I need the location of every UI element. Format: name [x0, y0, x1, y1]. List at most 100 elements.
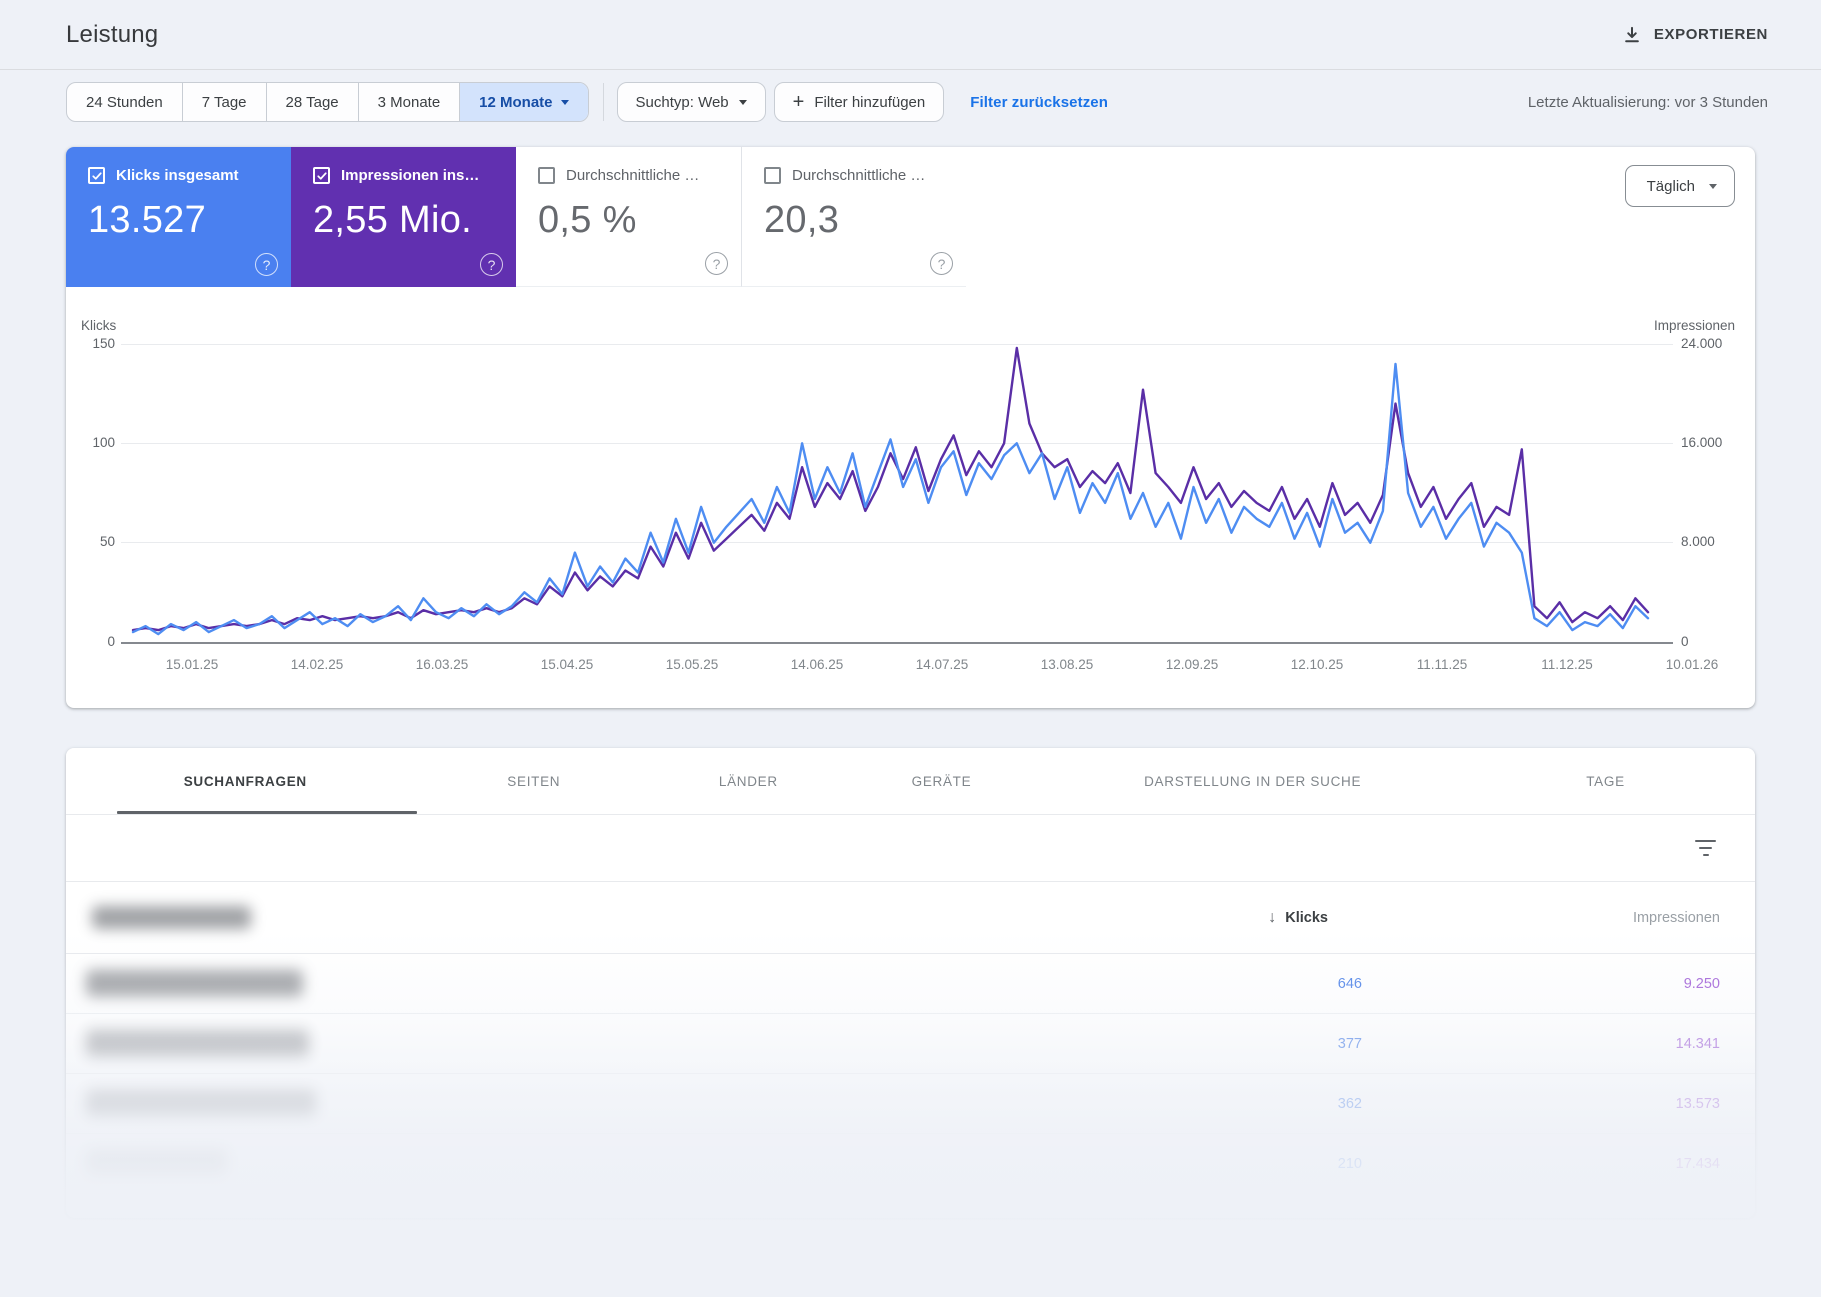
download-icon	[1622, 25, 1642, 45]
impressionen-value: 9.250	[1683, 975, 1720, 992]
table-row[interactable]: 210 17.434	[66, 1134, 1755, 1194]
filter-list-icon[interactable]	[1691, 836, 1720, 861]
left-axis-tick: 50	[99, 534, 115, 549]
metric-value: 2,55 Mio.	[313, 199, 473, 241]
date-range-group: 24 Stunden 7 Tage 28 Tage 3 Monate 12 Mo…	[66, 82, 589, 122]
toolbar-divider	[602, 83, 604, 121]
chevron-down-icon	[738, 99, 747, 105]
plus-icon: +	[792, 91, 805, 113]
page-title: Leistung	[66, 20, 159, 48]
metric-card-total-impressions[interactable]: Impressionen ins… 2,55 Mio. ?	[291, 147, 516, 287]
range-7-tage[interactable]: 7 Tage	[181, 83, 266, 121]
blurred-query-text	[86, 1030, 309, 1057]
tab-laender[interactable]: LÄNDER	[653, 774, 844, 789]
export-label: EXPORTIEREN	[1653, 26, 1768, 43]
x-axis-label: 11.12.25	[1541, 657, 1593, 672]
left-axis-title: Klicks	[81, 318, 117, 333]
metric-card-average-ctr[interactable]: Durchschnittliche … 0,5 % ?	[516, 147, 741, 287]
checkbox-checked-icon[interactable]	[313, 167, 330, 184]
x-axis-label: 14.07.25	[915, 657, 969, 672]
blurred-query-text	[86, 1150, 227, 1177]
range-3-monate[interactable]: 3 Monate	[357, 83, 460, 121]
range-12-monate[interactable]: 12 Monate	[459, 83, 588, 121]
sort-descending-icon: ↓	[1268, 908, 1277, 926]
tab-seiten[interactable]: SEITEN	[415, 774, 653, 789]
range-12-monate-label: 12 Monate	[479, 93, 553, 111]
klicks-value: 362	[1337, 1095, 1362, 1112]
blurred-query-text	[86, 1090, 316, 1117]
blurred-query-text	[86, 970, 303, 997]
help-icon[interactable]: ?	[930, 252, 953, 275]
reset-filters-link[interactable]: Filter zurücksetzen	[970, 94, 1108, 111]
chevron-down-icon	[560, 99, 569, 105]
x-axis-label: 15.01.25	[165, 657, 219, 672]
metric-cards-row: Klicks insgesamt 13.527 ? Impressionen i…	[66, 147, 1755, 287]
granularity-dropdown[interactable]: Täglich	[1624, 165, 1735, 207]
help-icon[interactable]: ?	[480, 253, 503, 276]
export-button[interactable]: EXPORTIEREN	[1622, 25, 1768, 45]
add-filter-chip[interactable]: + Filter hinzufügen	[773, 82, 945, 122]
dimension-tabs: SUCHANFRAGEN SEITEN LÄNDER GERÄTE DARSTE…	[66, 748, 1755, 815]
granularity-label: Täglich	[1646, 177, 1695, 195]
gridline	[121, 642, 1673, 644]
right-axis-tick: 16.000	[1681, 435, 1723, 450]
x-axis-label: 12.09.25	[1165, 657, 1219, 672]
checkbox-unchecked-icon[interactable]	[764, 167, 781, 184]
right-axis-tick: 8.000	[1681, 534, 1715, 549]
active-tab-underline	[117, 811, 417, 814]
tab-geraete[interactable]: GERÄTE	[844, 774, 1040, 789]
metric-label: Durchschnittliche …	[792, 167, 926, 184]
page-header: Leistung EXPORTIEREN	[0, 0, 1821, 70]
impressionen-value: 14.341	[1675, 1035, 1720, 1052]
metric-label: Impressionen ins…	[341, 167, 480, 184]
table-row[interactable]: 377 14.341	[66, 1014, 1755, 1074]
right-axis-tick: 0	[1681, 634, 1689, 649]
metric-card-total-clicks[interactable]: Klicks insgesamt 13.527 ?	[66, 147, 291, 287]
checkbox-unchecked-icon[interactable]	[538, 167, 555, 184]
x-axis-label: 14.06.25	[790, 657, 844, 672]
performance-chart-card: Klicks insgesamt 13.527 ? Impressionen i…	[66, 147, 1755, 708]
metric-label: Klicks insgesamt	[116, 167, 239, 184]
right-axis-tick: 24.000	[1681, 336, 1723, 351]
right-axis-title: Impressionen	[1653, 318, 1735, 333]
klicks-value: 210	[1337, 1155, 1362, 1172]
blurred-column-header	[92, 906, 251, 929]
left-axis-tick: 150	[92, 336, 115, 351]
tab-tage[interactable]: TAGE	[1466, 774, 1745, 789]
impressionen-value: 13.573	[1675, 1095, 1720, 1112]
help-icon[interactable]: ?	[705, 252, 728, 275]
table-filter-row	[66, 815, 1755, 882]
metric-value: 13.527	[88, 199, 207, 241]
table-row[interactable]: 362 13.573	[66, 1074, 1755, 1134]
chart-series-svg	[131, 346, 1650, 636]
impressions-line	[131, 346, 1650, 632]
dimensions-table-card: SUCHANFRAGEN SEITEN LÄNDER GERÄTE DARSTE…	[66, 748, 1755, 1218]
metric-value: 0,5 %	[538, 199, 637, 241]
table-row[interactable]: 646 9.250	[66, 954, 1755, 1014]
metric-card-average-position[interactable]: Durchschnittliche … 20,3 ?	[741, 147, 966, 287]
range-24-stunden[interactable]: 24 Stunden	[67, 83, 182, 121]
x-axis-label: 10.01.26	[1665, 657, 1719, 672]
help-icon[interactable]: ?	[255, 253, 278, 276]
column-header-impressionen[interactable]: Impressionen	[1560, 910, 1720, 926]
tab-suchanfragen[interactable]: SUCHANFRAGEN	[76, 774, 415, 789]
clicks-line	[131, 362, 1650, 636]
filter-toolbar: 24 Stunden 7 Tage 28 Tage 3 Monate 12 Mo…	[0, 70, 1821, 134]
x-axis-label: 12.10.25	[1290, 657, 1344, 672]
metric-label: Durchschnittliche …	[566, 167, 700, 184]
x-axis-label: 11.11.25	[1416, 657, 1468, 672]
x-axis-label: 16.03.25	[415, 657, 469, 672]
tab-darstellung-in-der-suche[interactable]: DARSTELLUNG IN DER SUCHE	[1039, 774, 1466, 789]
klicks-value: 646	[1337, 975, 1362, 992]
performance-page: Leistung EXPORTIEREN 24 Stunden 7 Tage 2…	[0, 0, 1821, 1297]
klicks-value: 377	[1337, 1035, 1362, 1052]
range-28-tage[interactable]: 28 Tage	[265, 83, 358, 121]
search-type-label: Suchtyp: Web	[635, 93, 729, 111]
checkbox-checked-icon[interactable]	[88, 167, 105, 184]
x-axis-label: 15.04.25	[540, 657, 594, 672]
line-chart[interactable]: Klicks Impressionen 150 100 50 0 24.000 16.0…	[66, 309, 1755, 708]
add-filter-label: Filter hinzufügen	[814, 93, 926, 111]
table-header-row: ↓ Klicks Impressionen	[66, 882, 1755, 954]
search-type-chip[interactable]: Suchtyp: Web	[616, 82, 766, 122]
left-axis-tick: 100	[92, 435, 115, 450]
